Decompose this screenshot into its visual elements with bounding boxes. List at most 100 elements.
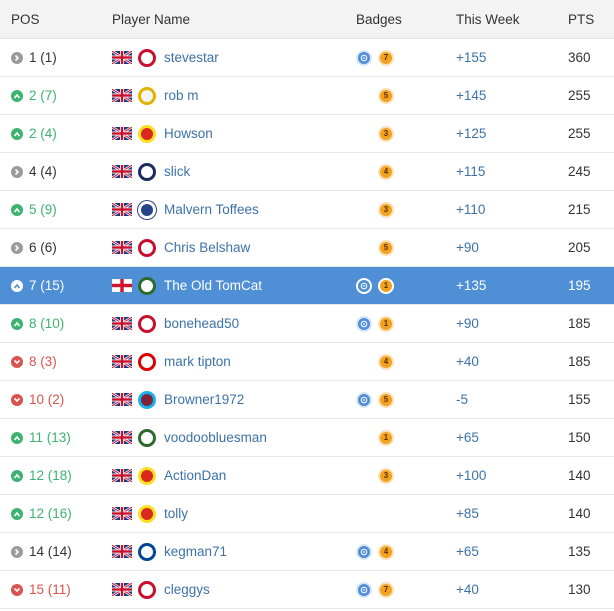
this-week-value: +145: [456, 88, 487, 103]
table-row[interactable]: 1 (1) stevestar 7 +155 360: [0, 39, 614, 77]
table-row[interactable]: 5 (9) Malvern Toffees 3 +110 215: [0, 191, 614, 229]
club-crest-icon: [138, 390, 156, 409]
table-row[interactable]: 4 (4) slick 4 +115 245: [0, 153, 614, 191]
position-text: 12 (18): [29, 468, 72, 483]
player-cell: ActionDan: [111, 466, 356, 485]
player-name-link[interactable]: tolly: [164, 506, 188, 521]
trend-up-icon: [11, 127, 23, 140]
badge-slot: 7: [378, 581, 400, 598]
this-week-value: +65: [456, 544, 479, 559]
orange-number-badge: 5: [378, 87, 394, 104]
points-value: 255: [568, 126, 591, 141]
points-value: 150: [568, 430, 591, 445]
table-row[interactable]: 14 (14) kegman71 4 +65 135: [0, 533, 614, 571]
player-cell: Chris Belshaw: [111, 238, 356, 257]
badge-slot: [356, 315, 378, 332]
badge-slot: [356, 581, 378, 598]
trend-up-icon: [11, 89, 23, 102]
table-row[interactable]: 12 (18) ActionDan 3 +100 140: [0, 457, 614, 495]
table-body: 1 (1) stevestar 7 +155 360 2 (7) rob m 5 +145 255…: [0, 39, 614, 609]
pos-cell: 14 (14): [0, 544, 112, 559]
player-name-link[interactable]: ActionDan: [164, 468, 226, 483]
badge-slot: 5: [378, 391, 400, 408]
pos-cell: 4 (4): [0, 164, 112, 179]
orange-number-badge: 3: [378, 201, 394, 218]
table-row[interactable]: 6 (6) Chris Belshaw 5 +90 205: [0, 229, 614, 267]
position-text: 5 (9): [29, 202, 57, 217]
trend-up-icon: [11, 507, 23, 520]
table-row[interactable]: 2 (7) rob m 5 +145 255: [0, 77, 614, 115]
position-text: 11 (13): [29, 430, 71, 445]
position-text: 7 (15): [29, 278, 65, 293]
player-name-link[interactable]: Malvern Toffees: [164, 202, 259, 217]
uk-flag-icon: [111, 505, 133, 522]
blue-badge-icon: [356, 391, 372, 408]
trend-up-icon: [11, 279, 23, 292]
uk-flag-icon: [111, 163, 133, 180]
player-cell: slick: [111, 162, 356, 181]
table-row[interactable]: 10 (2) Browner1972 5 -5 155: [0, 381, 614, 419]
this-week-value: -5: [456, 392, 469, 407]
player-name-link[interactable]: Chris Belshaw: [164, 240, 250, 255]
player-cell: Browner1972: [111, 390, 356, 409]
trend-down-icon: [11, 393, 23, 406]
club-crest-icon: [138, 124, 156, 143]
player-name-link[interactable]: rob m: [164, 88, 199, 103]
player-name-link[interactable]: voodoobluesman: [164, 430, 267, 445]
badge-slot: 4: [378, 163, 400, 180]
header-this-week[interactable]: This Week: [456, 12, 568, 27]
position-text: 8 (3): [29, 354, 57, 369]
this-week-value: +90: [456, 240, 479, 255]
header-pos[interactable]: POS: [0, 12, 112, 27]
this-week-value: +85: [456, 506, 479, 521]
badges-cell: 4: [356, 163, 456, 180]
header-pts[interactable]: PTS: [568, 12, 614, 27]
table-row[interactable]: 2 (4) Howson 3 +125 255: [0, 115, 614, 153]
player-name-link[interactable]: Browner1972: [164, 392, 244, 407]
badges-cell: 7: [356, 49, 456, 66]
badges-cell: 1: [356, 429, 456, 446]
table-row[interactable]: 11 (13) voodoobluesman 1 +65 150: [0, 419, 614, 457]
badges-cell: 5: [356, 239, 456, 256]
blue-badge-icon: [356, 581, 372, 598]
player-cell: rob m: [111, 86, 356, 105]
player-name-link[interactable]: cleggys: [164, 582, 210, 597]
badge-slot: [356, 543, 378, 560]
uk-flag-icon: [111, 201, 133, 218]
table-row[interactable]: 8 (3) mark tipton 4 +40 185: [0, 343, 614, 381]
badges-cell: 4: [356, 543, 456, 560]
table-row[interactable]: 15 (11) cleggys 7 +40 130: [0, 571, 614, 609]
player-name-link[interactable]: The Old TomCat: [164, 278, 262, 293]
uk-flag-icon: [111, 391, 133, 408]
uk-flag-icon: [111, 467, 133, 484]
player-cell: kegman71: [111, 542, 356, 561]
player-cell: voodoobluesman: [111, 428, 356, 447]
orange-number-badge: 5: [378, 391, 394, 408]
table-row[interactable]: 12 (16) tolly +85 140: [0, 495, 614, 533]
uk-flag-icon: [111, 543, 133, 560]
player-name-link[interactable]: slick: [164, 164, 190, 179]
table-row[interactable]: 7 (15) The Old TomCat 1 +135 195: [0, 267, 614, 305]
pos-cell: 6 (6): [0, 240, 112, 255]
position-text: 4 (4): [29, 164, 57, 179]
player-name-link[interactable]: Howson: [164, 126, 213, 141]
player-name-link[interactable]: stevestar: [164, 50, 219, 65]
points-value: 360: [568, 50, 591, 65]
club-crest-icon: [138, 352, 156, 371]
position-text: 1 (1): [29, 50, 57, 65]
badges-cell: 1: [356, 315, 456, 332]
this-week-value: +90: [456, 316, 479, 331]
trend-right-icon: [11, 51, 23, 64]
player-name-link[interactable]: bonehead50: [164, 316, 239, 331]
player-cell: Howson: [111, 124, 356, 143]
player-name-link[interactable]: mark tipton: [164, 354, 231, 369]
badge-slot: 1: [378, 277, 400, 294]
trend-up-icon: [11, 317, 23, 330]
trend-up-icon: [11, 431, 23, 444]
pos-cell: 11 (13): [0, 430, 112, 445]
badge-slot: 5: [378, 239, 400, 256]
points-value: 130: [568, 582, 591, 597]
player-name-link[interactable]: kegman71: [164, 544, 227, 559]
header-player-name[interactable]: Player Name: [112, 12, 356, 27]
table-row[interactable]: 8 (10) bonehead50 1 +90 185: [0, 305, 614, 343]
